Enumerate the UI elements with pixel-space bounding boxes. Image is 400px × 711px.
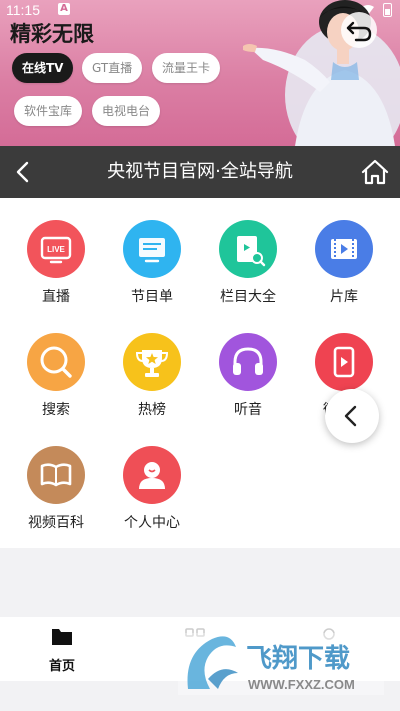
watermark-brand: 飞翔下载 xyxy=(246,644,350,674)
tab-label: 首页 xyxy=(48,659,75,674)
video-phone-icon xyxy=(315,333,373,391)
chip-data-card[interactable]: 流量王卡 xyxy=(152,53,221,83)
top-banner: 11:15 A 精彩无限 在线TV GT直播 流量王卡 软件宝库 电视电台 xyxy=(0,0,400,146)
grid-item-label: 热榜 xyxy=(138,402,166,418)
collapse-button[interactable] xyxy=(325,389,379,443)
chevron-left-icon xyxy=(344,405,357,427)
film-icon xyxy=(315,220,373,278)
headphones-icon xyxy=(219,333,277,391)
grid-item-label: 节目单 xyxy=(131,289,173,305)
person-icon xyxy=(123,446,181,504)
grid-item-label: 片库 xyxy=(330,289,358,305)
app-title: 精彩无限 xyxy=(10,22,94,46)
grid-item-label: 直播 xyxy=(42,289,70,305)
chip-gt-live[interactable]: GT直播 xyxy=(82,53,143,83)
grid-item-label: 搜索 xyxy=(42,402,70,418)
grid-item-live[interactable]: LIVE 直播 xyxy=(8,220,104,306)
grid-item-columns[interactable]: 栏目大全 xyxy=(200,220,296,306)
grid-item-profile[interactable]: 个人中心 xyxy=(104,446,200,532)
tab-home[interactable]: 首页 xyxy=(22,625,102,674)
page-title: 央视节目官网·全站导航 xyxy=(107,161,293,182)
grid-item-listen[interactable]: 听音 xyxy=(200,333,296,419)
grid-item-search[interactable]: 搜索 xyxy=(8,333,104,419)
grid-item-encyclopedia[interactable]: 视频百科 xyxy=(8,446,104,532)
watermark-logo: 飞翔下载 WWW.FXXZ.COM xyxy=(178,633,384,695)
live-badge-text: LIVE xyxy=(47,245,65,254)
return-icon[interactable] xyxy=(340,11,378,49)
grid-item-schedule[interactable]: 节目单 xyxy=(104,220,200,306)
folder-icon xyxy=(52,629,72,645)
home-icon[interactable] xyxy=(360,157,390,187)
grid-item-label: 听音 xyxy=(234,402,262,418)
schedule-icon xyxy=(123,220,181,278)
search-icon xyxy=(27,333,85,391)
grid-item-label: 栏目大全 xyxy=(220,289,276,305)
status-indicator: A xyxy=(58,3,70,15)
chip-tv-radio[interactable]: 电视电台 xyxy=(92,96,161,126)
status-time: 11:15 xyxy=(6,2,40,18)
trophy-icon xyxy=(123,333,181,391)
chip-software[interactable]: 软件宝库 xyxy=(14,96,83,126)
live-tv-icon: LIVE xyxy=(27,220,85,278)
watermark-url: WWW.FXXZ.COM xyxy=(248,677,355,692)
feature-grid: LIVE 直播 节目单 栏目大全 片库 搜索 热榜 听音 视频百科 个人中心 xyxy=(0,198,400,548)
book-search-icon xyxy=(219,220,277,278)
grid-item-label: 视频百科 xyxy=(28,515,84,531)
grid-item-hot-list[interactable]: 热榜 xyxy=(104,333,200,419)
open-book-icon xyxy=(27,446,85,504)
grid-item-label: 个人中心 xyxy=(124,515,180,531)
grid-item-library[interactable]: 片库 xyxy=(296,220,392,306)
chip-online-tv[interactable]: 在线TV xyxy=(12,53,74,83)
nav-bar: 央视节目官网·全站导航 xyxy=(0,146,400,198)
